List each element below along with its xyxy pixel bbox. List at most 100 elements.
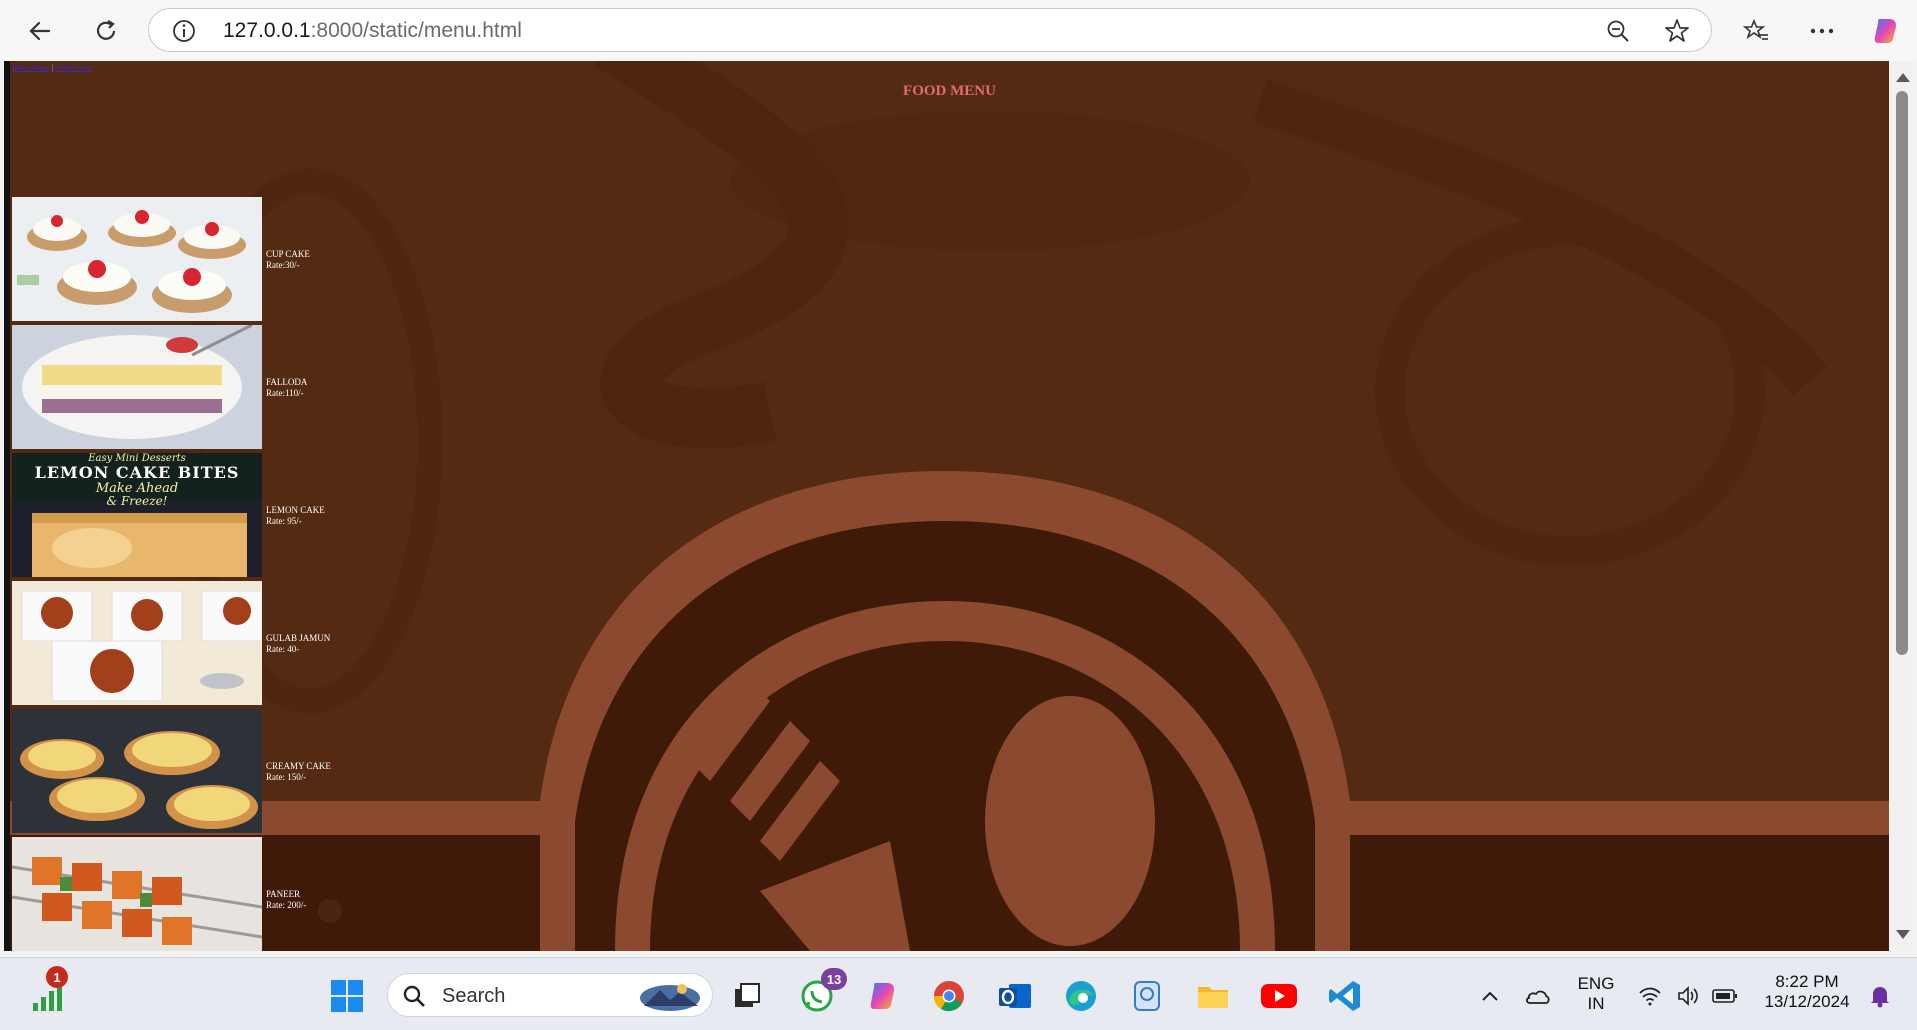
wifi-status[interactable] (1630, 976, 1670, 1016)
more-options-icon[interactable] (1802, 12, 1842, 50)
item-name: PANEER (266, 889, 301, 899)
outlook-button[interactable] (995, 976, 1035, 1016)
windows-taskbar: 1 Search 13 ENG IN 8:22 PM 13/12/2024 (0, 957, 1917, 1030)
bell-icon (1871, 987, 1889, 1008)
region-code: IN (1587, 994, 1605, 1013)
cup-cake-label: CUP CAKE Rate:30/- (266, 249, 310, 271)
item-name: FALLODA (266, 377, 308, 387)
browser-toolbar: 127.0.0.1:8000/static/menu.html (0, 0, 1917, 61)
search-label: Search (442, 985, 506, 1007)
page-viewport: Main Menu | Order Now FOOD MENU CUP CAKE (4, 61, 1889, 951)
youtube-button[interactable] (1259, 976, 1299, 1016)
language-code: ENG (1577, 974, 1615, 993)
refresh-button[interactable] (86, 12, 126, 50)
search-icon (403, 985, 425, 1007)
top-links: Main Menu | Order Now (12, 63, 91, 72)
order-now-link[interactable]: Order Now (55, 63, 91, 72)
scroll-up-arrow-icon[interactable] (1896, 73, 1910, 82)
menu-item-gulab-jamun: GULAB JAMUN Rate: 40- (12, 581, 330, 705)
gulab-jamun-image (12, 581, 262, 705)
notifications-button[interactable] (1860, 976, 1900, 1016)
show-hidden-icons-button[interactable] (1470, 976, 1510, 1016)
falloda-image (12, 325, 262, 449)
menu-item-paneer: PANEER Rate: 200/- (12, 837, 306, 951)
chrome-icon (933, 981, 964, 1012)
onedrive-button[interactable] (1517, 976, 1557, 1016)
chrome-button[interactable] (929, 976, 969, 1016)
copilot-app-icon (870, 983, 895, 1009)
paneer-label: PANEER Rate: 200/- (266, 889, 306, 911)
edge-button[interactable] (1061, 976, 1101, 1016)
page-scrollbar[interactable] (1890, 61, 1914, 951)
app-launcher-button[interactable] (1127, 976, 1167, 1016)
gulab-jamun-label: GULAB JAMUN Rate: 40- (266, 633, 330, 655)
url-path: :8000/static/menu.html (310, 19, 522, 42)
taskbar-search[interactable]: Search (387, 973, 713, 1017)
refresh-icon (96, 20, 116, 40)
page-title: FOOD MENU (903, 83, 996, 99)
zoom-out-icon[interactable] (1605, 18, 1631, 49)
item-rate: Rate: 95/- (266, 516, 302, 526)
url-host: 127.0.0.1 (223, 19, 311, 42)
site-info-icon[interactable] (171, 18, 197, 49)
favorites-icon[interactable] (1736, 12, 1776, 50)
item-name: GULAB JAMUN (266, 633, 331, 643)
cup-cake-image (12, 197, 262, 321)
language-indicator[interactable]: ENG IN (1570, 974, 1622, 1014)
back-button[interactable] (20, 12, 60, 50)
copilot-icon[interactable] (1866, 12, 1906, 50)
item-rate: Rate:30/- (266, 260, 300, 270)
start-button[interactable] (327, 976, 367, 1016)
menu-content: Main Menu | Order Now FOOD MENU CUP CAKE (10, 61, 1889, 951)
menu-item-creamy-cake: CREAMY CAKE Rate: 150/- (12, 709, 331, 833)
address-bar[interactable]: 127.0.0.1:8000/static/menu.html (148, 8, 1712, 52)
app-frame-icon (1134, 981, 1160, 1011)
notification-badge: 1 (46, 966, 68, 988)
chevron-up-icon (1482, 991, 1498, 1001)
creamy-cake-label: CREAMY CAKE Rate: 150/- (266, 761, 331, 783)
file-explorer-button[interactable] (1193, 976, 1233, 1016)
menu-item-falloda: FALLODA Rate:110/- (12, 325, 307, 449)
whatsapp-button[interactable]: 13 (797, 968, 847, 1016)
creamy-cake-image (12, 709, 262, 833)
search-highlight-icon (640, 984, 700, 1011)
windows-logo-icon (331, 980, 363, 1012)
scrollbar-thumb[interactable] (1896, 91, 1908, 655)
whatsapp-badge: 13 (821, 968, 847, 990)
clock-time: 8:22 PM (1775, 972, 1839, 991)
speaker-icon (1678, 986, 1698, 1006)
item-name: CUP CAKE (266, 249, 310, 259)
item-name: LEMON CAKE (266, 505, 325, 515)
lemon-banner-line4: & Freeze! (106, 494, 168, 508)
volume-status[interactable] (1668, 976, 1708, 1016)
lemon-banner-line2: LEMON CAKE BITES (34, 463, 240, 482)
back-arrow-icon (29, 21, 51, 41)
item-name: CREAMY CAKE (266, 761, 331, 771)
favorite-star-icon[interactable] (1663, 17, 1691, 50)
edge-icon (1066, 981, 1096, 1011)
wifi-icon (1639, 987, 1661, 1006)
task-view-icon (735, 983, 760, 1007)
item-rate: Rate: 200/- (266, 900, 307, 910)
outlook-icon (999, 984, 1031, 1008)
battery-icon (1712, 989, 1737, 1003)
url-text[interactable]: 127.0.0.1:8000/static/menu.html (223, 19, 522, 43)
copilot-taskbar-button[interactable] (863, 976, 903, 1016)
menu-item-lemon-cake: Easy Mini Desserts LEMON CAKE BITES Make… (12, 453, 325, 577)
clock[interactable]: 8:22 PM 13/12/2024 (1752, 972, 1862, 1012)
menu-item-cup-cake: CUP CAKE Rate:30/- (12, 197, 310, 321)
battery-status[interactable] (1705, 976, 1745, 1016)
paneer-image (12, 837, 262, 951)
folder-icon (1198, 987, 1228, 1008)
vscode-button[interactable] (1325, 976, 1365, 1016)
item-rate: Rate: 40- (266, 644, 300, 654)
task-view-button[interactable] (727, 976, 767, 1016)
network-signal-widget[interactable]: 1 (26, 966, 68, 1016)
scroll-down-arrow-icon[interactable] (1896, 930, 1910, 939)
link-separator: | (51, 63, 54, 72)
youtube-icon (1261, 984, 1297, 1008)
main-menu-link[interactable]: Main Menu (12, 63, 50, 72)
vscode-icon (1329, 981, 1360, 1011)
lemon-cake-image: Easy Mini Desserts LEMON CAKE BITES Make… (12, 453, 262, 577)
cloud-icon (1525, 990, 1550, 1004)
